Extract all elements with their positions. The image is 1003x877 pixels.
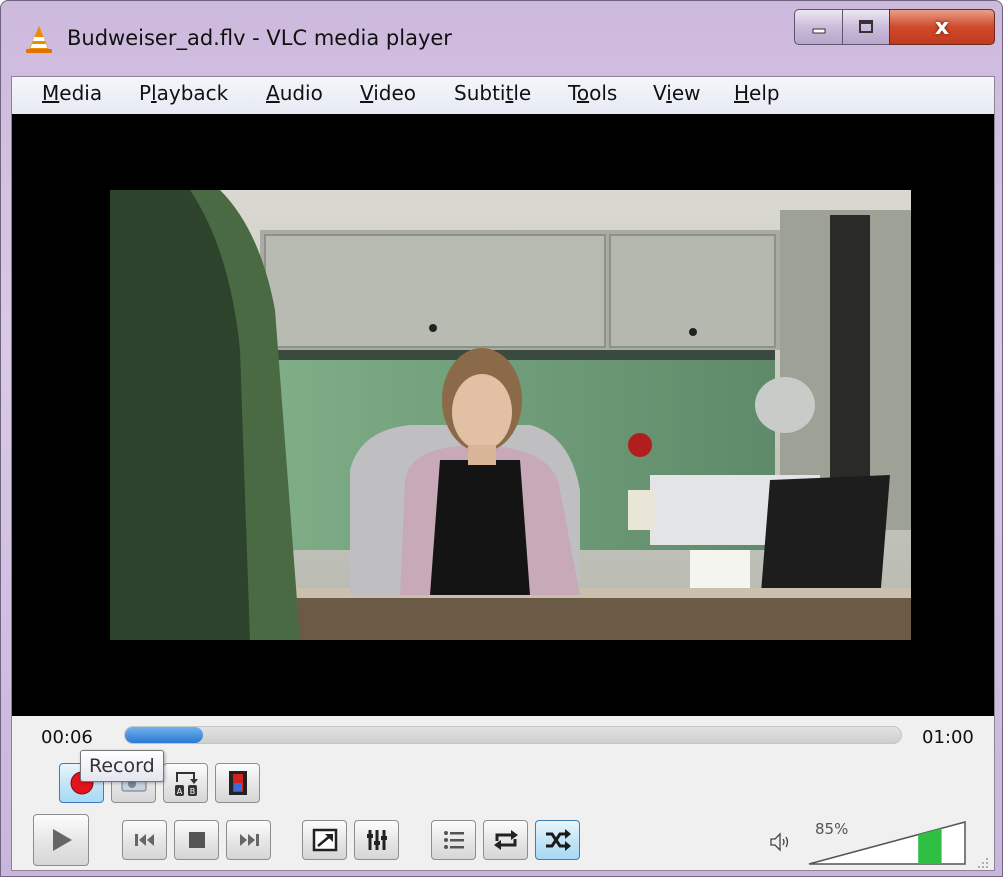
menu-video[interactable]: Video <box>360 81 416 105</box>
previous-icon <box>134 834 154 846</box>
shuffle-button[interactable] <box>535 820 580 860</box>
stop-button[interactable] <box>174 820 219 860</box>
previous-button[interactable] <box>122 820 167 860</box>
play-icon <box>53 829 72 851</box>
film-frame-icon <box>228 771 247 795</box>
menu-tools[interactable]: Tools <box>568 81 617 105</box>
controls-panel: 00:06 01:00 AB <box>12 716 994 870</box>
fullscreen-icon <box>312 828 337 852</box>
loop-ab-button[interactable]: AB <box>163 763 208 803</box>
minimize-icon <box>812 28 825 34</box>
shuffle-icon <box>545 829 571 851</box>
maximize-icon <box>859 20 873 33</box>
vlc-cone-icon <box>26 26 52 53</box>
volume-percent: 85% <box>815 820 849 838</box>
menu-help[interactable]: Help <box>734 81 780 105</box>
repeat-icon <box>493 830 518 850</box>
next-button[interactable] <box>226 820 271 860</box>
loop-ab-icon: AB <box>174 772 198 796</box>
vlc-window: Budweiser_ad.flv - VLC media player x Me… <box>0 0 1003 877</box>
svg-text:A: A <box>176 787 182 796</box>
menu-bar: Media Playback Audio Video Subtitle Tool… <box>12 77 994 115</box>
record-tooltip: Record <box>80 750 164 782</box>
play-button[interactable] <box>33 814 89 866</box>
resize-grip-icon[interactable] <box>976 856 990 868</box>
loop-button[interactable] <box>483 820 528 860</box>
total-time: 01:00 <box>922 727 974 748</box>
menu-view[interactable]: View <box>653 81 700 105</box>
extended-settings-button[interactable] <box>354 820 399 860</box>
speaker-icon[interactable] <box>768 831 792 853</box>
close-icon: x <box>934 14 950 40</box>
video-area[interactable] <box>12 114 994 716</box>
playlist-button[interactable] <box>431 820 476 860</box>
menu-media[interactable]: Media <box>42 81 102 105</box>
maximize-button[interactable] <box>842 9 890 45</box>
menu-playback[interactable]: Playback <box>139 81 228 105</box>
frame-by-frame-button[interactable] <box>215 763 260 803</box>
svg-text:B: B <box>189 787 195 796</box>
video-frame <box>110 190 911 640</box>
close-button[interactable]: x <box>889 9 995 45</box>
playlist-icon <box>443 831 464 849</box>
elapsed-time: 00:06 <box>41 727 93 748</box>
seek-progress <box>125 727 203 743</box>
minimize-button[interactable] <box>794 9 843 45</box>
menu-audio[interactable]: Audio <box>266 81 323 105</box>
sliders-icon <box>366 830 387 850</box>
fullscreen-button[interactable] <box>302 820 347 860</box>
title-bar[interactable]: Budweiser_ad.flv - VLC media player x <box>1 1 1003 76</box>
stop-icon <box>188 832 205 848</box>
next-icon <box>239 834 259 846</box>
window-title: Budweiser_ad.flv - VLC media player <box>67 26 452 50</box>
seek-bar[interactable] <box>124 726 902 744</box>
menu-subtitle[interactable]: Subtitle <box>454 81 531 105</box>
